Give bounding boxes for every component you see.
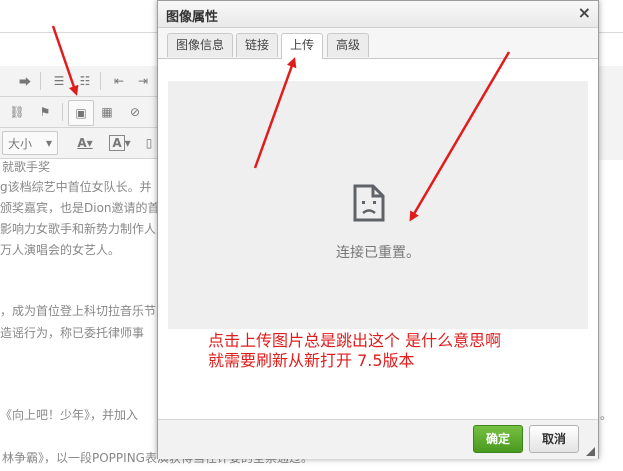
- annotation-arrows: [51, 25, 511, 222]
- arrow-to-image-button: [51, 25, 79, 96]
- arrow-to-error: [409, 51, 511, 222]
- arrow-to-upload-tab: [253, 57, 297, 169]
